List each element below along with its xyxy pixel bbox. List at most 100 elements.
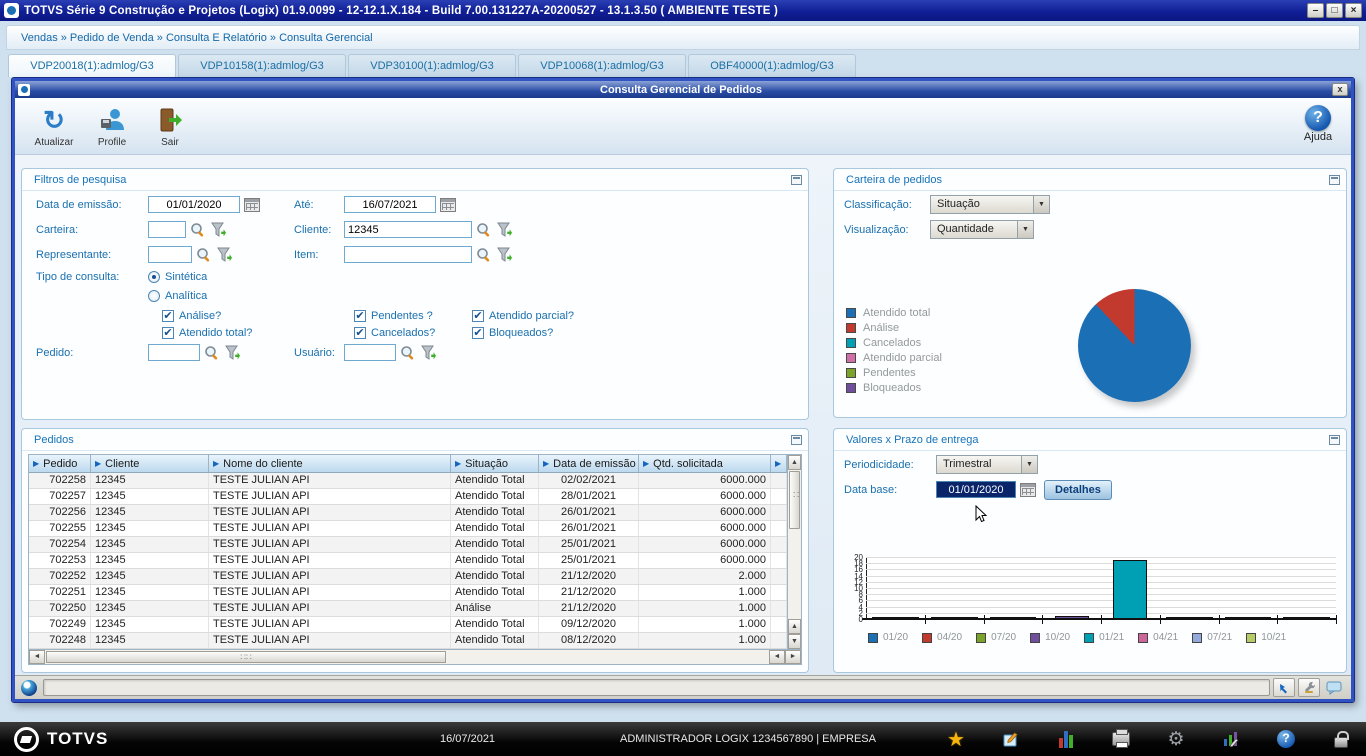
help-icon[interactable]: ? (1275, 728, 1297, 750)
ajuda-button[interactable]: ? Ajuda (1291, 102, 1345, 154)
data-emissao-input[interactable] (148, 196, 240, 213)
cliente-input[interactable] (344, 221, 472, 238)
classificacao-dropdown[interactable]: Situação ▼ (930, 195, 1050, 214)
table-row[interactable]: 70225312345TESTE JULIAN APIAtendido Tota… (29, 553, 787, 569)
search-icon[interactable] (476, 247, 492, 263)
item-input[interactable] (344, 246, 472, 263)
footer-date: 16/07/2021 (440, 733, 495, 745)
scroll-left-icon[interactable]: ◄ (29, 650, 45, 664)
tools-wrench-icon[interactable] (1298, 678, 1320, 697)
representante-input[interactable] (148, 246, 192, 263)
collapse-panel-icon[interactable] (1329, 175, 1340, 185)
search-icon[interactable] (190, 222, 206, 238)
filter-funnel-icon[interactable] (496, 222, 514, 238)
detalhes-button[interactable]: Detalhes (1044, 480, 1112, 500)
scroll-right-icon[interactable]: ► (785, 650, 801, 664)
table-row[interactable]: 70225112345TESTE JULIAN APIAtendido Tota… (29, 585, 787, 601)
tab-vdp20018[interactable]: VDP20018(1):admlog/G3 (8, 54, 176, 77)
table-row[interactable]: 70224912345TESTE JULIAN APIAtendido Tota… (29, 617, 787, 633)
column-header-extra[interactable]: ▶ (771, 455, 787, 472)
calendar-icon[interactable] (244, 198, 260, 212)
legend-item: 04/21 (1138, 632, 1178, 643)
table-row[interactable]: 70225812345TESTE JULIAN APIAtendido Tota… (29, 473, 787, 489)
resize-arrow-icon[interactable] (1273, 678, 1295, 697)
table-row[interactable]: 70224812345TESTE JULIAN APIAtendido Tota… (29, 633, 787, 649)
minimize-button[interactable]: – (1307, 3, 1324, 18)
column-header-pedido[interactable]: ▶Pedido (29, 455, 91, 472)
column-header-nome-do-cliente[interactable]: ▶Nome do cliente (209, 455, 451, 472)
checkbox-atendidoparcial[interactable]: ✔Atendido parcial? (472, 310, 808, 322)
chat-bubble-icon[interactable] (1323, 678, 1345, 697)
carteira-input[interactable] (148, 221, 186, 238)
collapse-panel-icon[interactable] (1329, 435, 1340, 445)
lock-icon[interactable] (1330, 728, 1352, 750)
filter-funnel-icon[interactable] (224, 345, 242, 361)
scroll-up-icon[interactable]: ▲ (788, 455, 801, 470)
table-row[interactable]: 70225512345TESTE JULIAN APIAtendido Tota… (29, 521, 787, 537)
checkbox-atendidototal[interactable]: ✔Atendido total? (162, 327, 354, 339)
breadcrumb[interactable]: Vendas » Pedido de Venda » Consulta E Re… (21, 32, 373, 44)
scrollbar-thumb[interactable]: ∷∷ (46, 651, 446, 663)
checkbox-bloqueados[interactable]: ✔Bloqueados? (472, 327, 808, 339)
annotation-pencil-icon[interactable] (1000, 728, 1022, 750)
table-row[interactable]: 70225012345TESTE JULIAN APIAnálise21/12/… (29, 601, 787, 617)
periodicidade-dropdown[interactable]: Trimestral ▼ (936, 455, 1038, 474)
data-base-input[interactable] (936, 481, 1016, 498)
sort-arrow-icon: ▶ (213, 459, 219, 468)
table-row[interactable]: 70225212345TESTE JULIAN APIAtendido Tota… (29, 569, 787, 585)
filter-funnel-icon[interactable] (420, 345, 438, 361)
tab-vdp10158[interactable]: VDP10158(1):admlog/G3 (178, 54, 346, 77)
calendar-icon[interactable] (1020, 483, 1036, 497)
collapse-panel-icon[interactable] (791, 175, 802, 185)
visualizacao-dropdown[interactable]: Quantidade ▼ (930, 220, 1034, 239)
column-header-situação[interactable]: ▶Situação (451, 455, 539, 472)
column-header-cliente[interactable]: ▶Cliente (91, 455, 209, 472)
checkbox-cancelados[interactable]: ✔Cancelados? (354, 327, 472, 339)
search-icon[interactable] (196, 247, 212, 263)
column-header-data-de-emissão[interactable]: ▶Data de emissão (539, 455, 639, 472)
close-button[interactable]: × (1345, 3, 1362, 18)
tab-vdp10068[interactable]: VDP10068(1):admlog/G3 (518, 54, 686, 77)
collapse-panel-icon[interactable] (791, 435, 802, 445)
pie-chart (1078, 289, 1191, 402)
pedido-input[interactable] (148, 344, 200, 361)
filter-funnel-icon[interactable] (216, 247, 234, 263)
horizontal-scrollbar[interactable]: ◄ ∷∷ ◄ ► (28, 650, 802, 665)
radio-sintetica[interactable]: Sintética (148, 271, 207, 283)
inner-close-button[interactable]: x (1332, 83, 1348, 96)
table-row[interactable]: 70225412345TESTE JULIAN APIAtendido Tota… (29, 537, 787, 553)
profile-button[interactable]: Profile (83, 102, 141, 154)
filter-funnel-icon[interactable] (496, 247, 514, 263)
radio-analitica[interactable]: Analítica (148, 290, 207, 302)
classificacao-value: Situação (931, 196, 1033, 213)
maximize-button[interactable]: □ (1326, 3, 1343, 18)
search-icon[interactable] (476, 222, 492, 238)
sair-button[interactable]: Sair (141, 102, 199, 154)
search-icon[interactable] (204, 345, 220, 361)
bar-04/21 (1166, 617, 1213, 619)
vertical-scrollbar[interactable]: ▲ ▲ ▼ (788, 454, 802, 650)
table-row[interactable]: 70225612345TESTE JULIAN APIAtendido Tota… (29, 505, 787, 521)
tab-obf40000[interactable]: OBF40000(1):admlog/G3 (688, 54, 856, 77)
column-header-qtd-solicitada[interactable]: ▶Qtd. solicitada (639, 455, 771, 472)
scroll-up-icon[interactable]: ▲ (788, 619, 801, 634)
calendar-icon[interactable] (440, 198, 456, 212)
atualizar-button[interactable]: ↻ Atualizar (25, 102, 83, 154)
favorites-star-icon[interactable]: ★ (945, 728, 967, 750)
search-icon[interactable] (400, 345, 416, 361)
checkbox-análise[interactable]: ✔Análise? (162, 310, 354, 322)
filter-funnel-icon[interactable] (210, 222, 228, 238)
scrollbar-thumb[interactable] (789, 471, 800, 529)
scroll-left-icon[interactable]: ◄ (769, 650, 785, 664)
scroll-down-icon[interactable]: ▼ (788, 634, 801, 649)
settings-gear-icon[interactable]: ⚙ (1165, 728, 1187, 750)
ate-input[interactable] (344, 196, 436, 213)
chart-bars-icon[interactable] (1055, 728, 1077, 750)
usuario-input[interactable] (344, 344, 396, 361)
printer-icon[interactable] (1110, 728, 1132, 750)
table-row[interactable]: 70225712345TESTE JULIAN APIAtendido Tota… (29, 489, 787, 505)
checkbox-pendentes[interactable]: ✔Pendentes ? (354, 310, 472, 322)
report-edit-icon[interactable] (1220, 728, 1242, 750)
item-label: Item: (294, 249, 344, 261)
tab-vdp30100[interactable]: VDP30100(1):admlog/G3 (348, 54, 516, 77)
